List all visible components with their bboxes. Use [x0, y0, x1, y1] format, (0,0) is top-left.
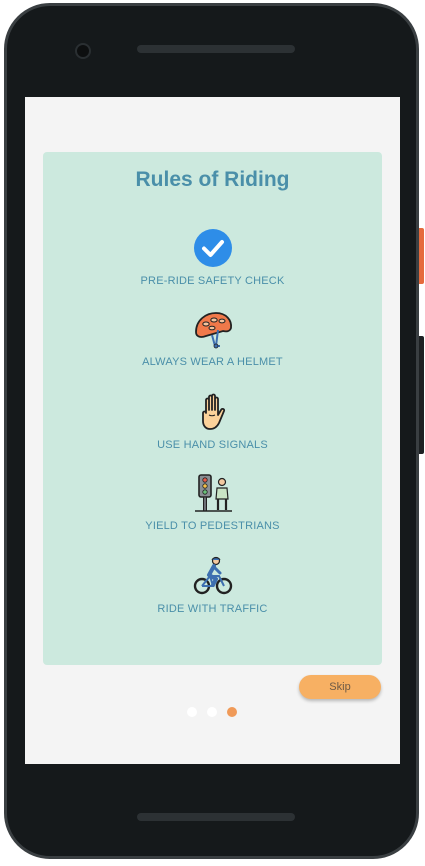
- pagination-dot-1[interactable]: [187, 707, 197, 717]
- rule-item-hand-signals: USE HAND SIGNALS: [43, 391, 382, 461]
- rule-item-ride-with-traffic: RIDE WITH TRAFFIC: [43, 555, 382, 625]
- app-screen: Rules of Riding PRE-RIDE SAFETY CHECK AL…: [25, 97, 400, 764]
- front-camera: [75, 43, 91, 59]
- bottom-speaker: [137, 813, 295, 821]
- page-title: Rules of Riding: [135, 168, 290, 191]
- hand-icon: [201, 393, 225, 430]
- rule-item-safety-check: PRE-RIDE SAFETY CHECK: [43, 227, 382, 297]
- top-speaker: [137, 45, 295, 53]
- rule-item-helmet: ALWAYS WEAR A HELMET: [43, 308, 382, 378]
- rule-label: PRE-RIDE SAFETY CHECK: [140, 275, 285, 287]
- rule-label: ALWAYS WEAR A HELMET: [142, 356, 283, 368]
- skip-button[interactable]: Skip: [299, 675, 381, 699]
- rule-item-yield-pedestrians: YIELD TO PEDESTRIANS: [43, 472, 382, 542]
- volume-button: [419, 336, 424, 454]
- rule-label: USE HAND SIGNALS: [157, 439, 268, 451]
- power-button: [419, 228, 424, 284]
- pagination-dot-2[interactable]: [207, 707, 217, 717]
- cyclist-icon: [193, 556, 232, 595]
- rule-label: RIDE WITH TRAFFIC: [157, 603, 268, 615]
- rule-label: YIELD TO PEDESTRIANS: [145, 520, 280, 532]
- rules-card: Rules of Riding PRE-RIDE SAFETY CHECK AL…: [43, 152, 382, 665]
- helmet-icon: [194, 312, 232, 349]
- pagination-dot-3-active[interactable]: [227, 707, 237, 717]
- pagination-dots: [187, 707, 247, 719]
- check-circle-icon: [193, 229, 232, 267]
- traffic-light-pedestrian-icon: [194, 474, 232, 512]
